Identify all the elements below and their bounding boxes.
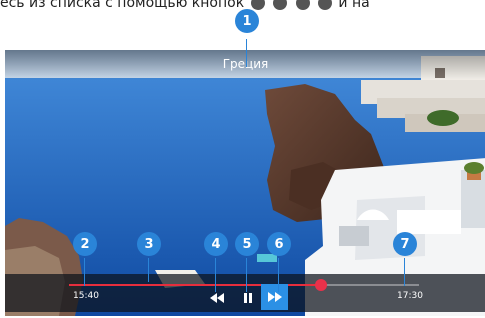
title-bar: Греция xyxy=(5,50,485,80)
help-page: есь из списка с помощью кнопок и на 15:4… xyxy=(0,0,485,318)
pause-icon xyxy=(244,293,252,303)
tv-screen: Греция 15:40 17:30 xyxy=(5,50,485,316)
start-time: 15:40 xyxy=(73,291,99,301)
callout-line xyxy=(148,258,149,282)
remote-button-icon xyxy=(317,0,332,10)
callout-badge: 1 xyxy=(235,9,259,33)
rewind-icon xyxy=(210,293,224,303)
end-time: 17:30 xyxy=(397,291,423,301)
callout-badge: 6 xyxy=(267,232,291,256)
callout-line xyxy=(246,39,247,67)
fast-forward-button[interactable] xyxy=(261,284,288,310)
callout-badge: 4 xyxy=(204,232,228,256)
callout-line xyxy=(278,258,279,292)
callout-line xyxy=(404,258,405,286)
remote-button-icon xyxy=(295,0,310,10)
callout-badge: 3 xyxy=(137,232,161,256)
callout-line xyxy=(246,258,247,292)
callout-line xyxy=(215,258,216,292)
playback-controls: 15:40 17:30 xyxy=(5,274,485,312)
progress-bar[interactable] xyxy=(69,279,419,291)
progress-knob[interactable] xyxy=(315,279,327,291)
callout-badge: 7 xyxy=(393,232,417,256)
callout-line xyxy=(84,258,85,286)
remote-button-icon xyxy=(273,0,288,10)
rewind-button[interactable] xyxy=(206,287,228,309)
fast-forward-icon xyxy=(267,292,282,302)
remote-button-icon xyxy=(250,0,265,10)
callout-badge: 2 xyxy=(73,232,97,256)
pause-button[interactable] xyxy=(237,287,259,309)
doc-caption-text: есь из списка с помощью кнопок xyxy=(0,0,245,11)
callout-badge: 5 xyxy=(235,232,259,256)
doc-caption-tail: и на xyxy=(338,0,370,11)
